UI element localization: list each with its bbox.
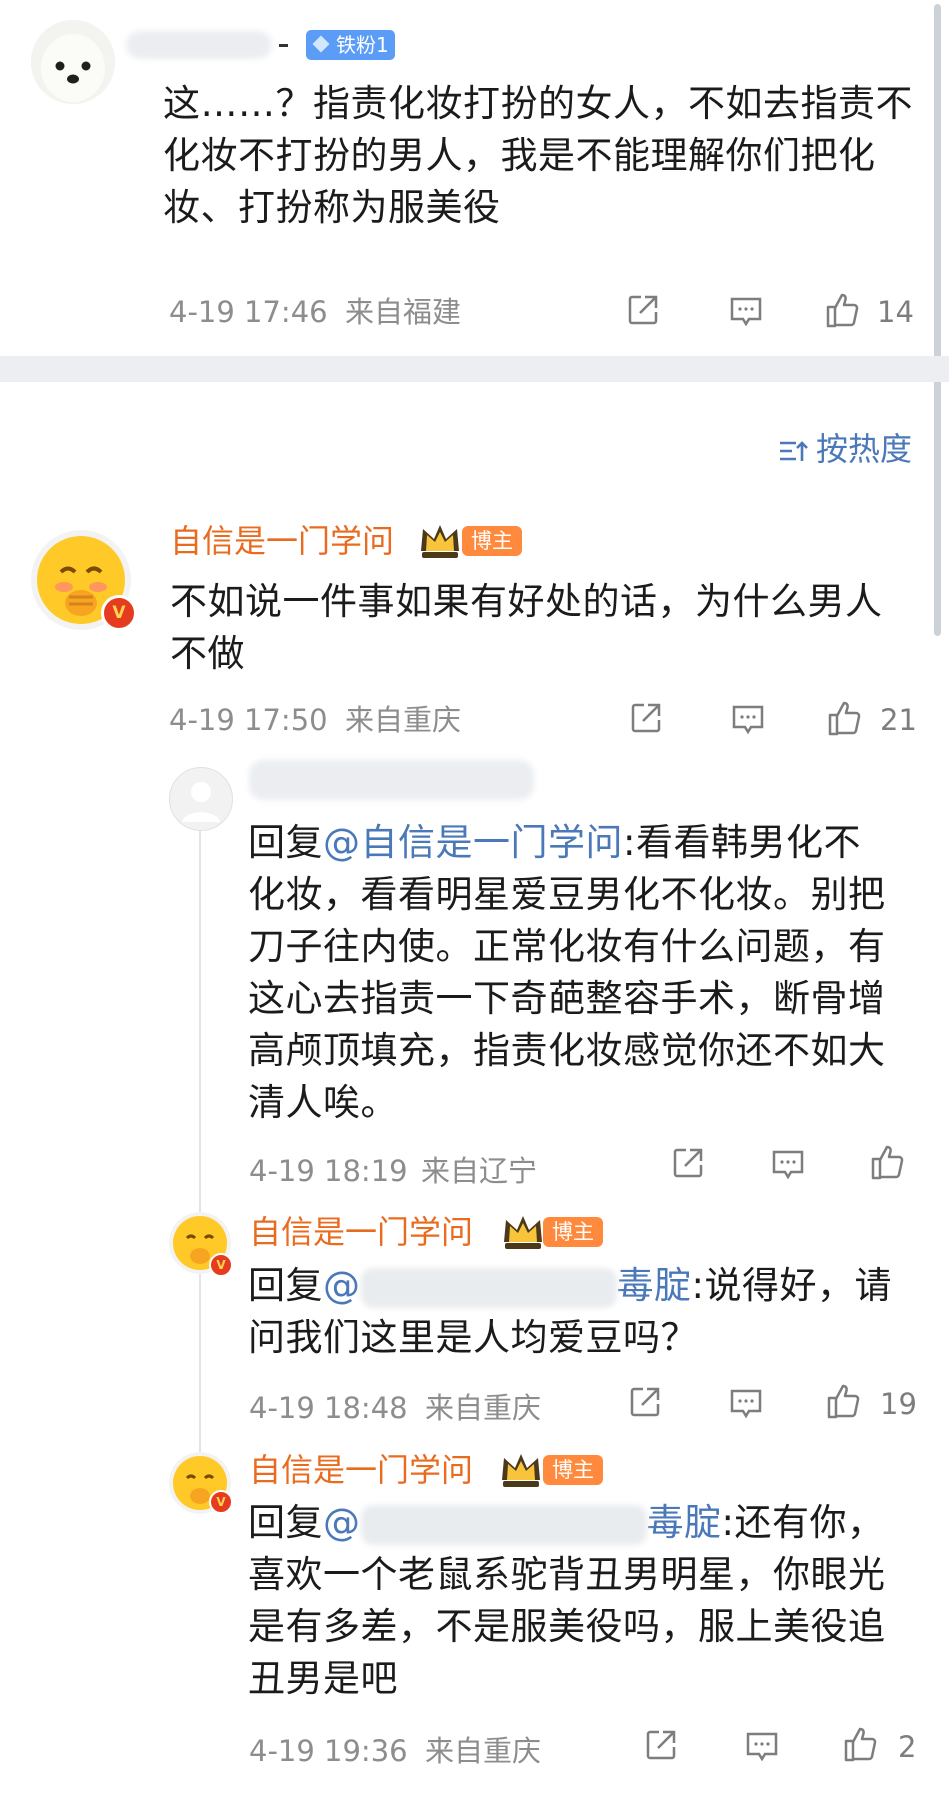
- scrollbar[interactable]: [934, 4, 941, 636]
- comment-icon[interactable]: [744, 1729, 780, 1765]
- redacted-username: [126, 31, 272, 59]
- verified-icon: V: [209, 1253, 233, 1277]
- diamond-icon: [312, 35, 330, 53]
- author-name[interactable]: 自信是一门学问: [249, 1212, 473, 1252]
- thumbs-up-icon[interactable]: [823, 290, 863, 330]
- author-name[interactable]: 自信是一门学问: [249, 1450, 473, 1490]
- reply-prefix: 回复: [248, 821, 323, 864]
- avatar[interactable]: [31, 20, 115, 104]
- redacted-mention: [360, 1504, 647, 1545]
- share-icon[interactable]: [627, 1384, 663, 1420]
- reply-text: 回复@ 毒腚:说得好，请问我们这里是人均爱豆吗？: [248, 1260, 898, 1364]
- share-icon[interactable]: [643, 1727, 679, 1763]
- comment-text: 不如说一件事如果有好处的话，为什么男人不做: [170, 580, 883, 675]
- author-name[interactable]: 自信是一门学问: [170, 521, 394, 561]
- sort-icon: [780, 441, 808, 461]
- reply-location: 来自重庆: [425, 1734, 542, 1768]
- comment-icon[interactable]: [770, 1147, 806, 1183]
- thumbs-up-icon[interactable]: [825, 698, 865, 738]
- thread-line: [199, 822, 201, 1452]
- comment-icon[interactable]: [730, 702, 766, 738]
- like-count: 21: [880, 703, 917, 737]
- share-icon[interactable]: [625, 292, 661, 328]
- fan-badge[interactable]: 铁粉1: [306, 30, 395, 60]
- redacted-username: [249, 760, 534, 800]
- verified-icon: V: [101, 595, 137, 631]
- mention-link[interactable]: @自信是一门学问: [323, 821, 623, 864]
- reply-time: 4-19 18:48: [249, 1391, 408, 1425]
- redacted-mention: [360, 1267, 617, 1308]
- mention-link[interactable]: @ 毒腚: [323, 1501, 722, 1545]
- mention-link[interactable]: @ 毒腚: [323, 1264, 692, 1308]
- like-count: 14: [877, 295, 914, 329]
- blogger-badge: 博主: [543, 1455, 603, 1485]
- verified-icon: V: [209, 1490, 233, 1514]
- mention-tail: 毒腚: [646, 1501, 722, 1544]
- comment-icon[interactable]: [728, 294, 764, 330]
- mention-tail: 毒腚: [616, 1264, 692, 1307]
- name-dash: [279, 44, 288, 47]
- thumbs-up-icon[interactable]: [868, 1142, 908, 1182]
- reply-time: 4-19 19:36: [249, 1734, 408, 1768]
- blogger-badge: 博主: [462, 526, 522, 556]
- thumbs-up-icon[interactable]: [824, 1381, 864, 1421]
- crown-icon: [502, 1454, 540, 1487]
- comment-time: 4-19 17:50: [169, 703, 328, 737]
- blogger-badge: 博主: [543, 1217, 603, 1247]
- share-icon[interactable]: [670, 1145, 706, 1181]
- reply-location: 来自重庆: [425, 1391, 542, 1425]
- avatar[interactable]: [169, 767, 233, 831]
- like-count: 19: [880, 1387, 917, 1421]
- share-icon[interactable]: [628, 700, 664, 736]
- reply-text: 回复@自信是一门学问:看看韩男化不化妆，看看明星爱豆男化不化妆。别把刀子往内使。…: [248, 817, 898, 1129]
- reply-text: 回复@ 毒腚:还有你，喜欢一个老鼠系驼背丑男明星，你眼光是有多差，不是服美役吗，服…: [248, 1497, 898, 1705]
- section-divider: [0, 356, 949, 382]
- comment-icon[interactable]: [728, 1386, 764, 1422]
- like-count: 2: [898, 1730, 917, 1764]
- fan-badge-label: 铁粉1: [336, 33, 389, 57]
- comment-location: 来自重庆: [345, 703, 462, 737]
- mention-at: @: [323, 1264, 361, 1307]
- crown-icon: [421, 525, 459, 558]
- reply-prefix: 回复: [248, 1501, 323, 1544]
- reply-location: 来自辽宁: [421, 1154, 538, 1188]
- comment-location: 来自福建: [345, 295, 462, 329]
- sort-label: 按热度: [816, 430, 913, 468]
- reply-time: 4-19 18:19: [249, 1154, 408, 1188]
- mention-at: @: [323, 1501, 361, 1544]
- reply-body: :看看韩男化不化妆，看看明星爱豆男化不化妆。别把刀子往内使。正常化妆有什么问题，…: [248, 821, 886, 1124]
- comment-text: 这……？指责化妆打扮的女人，不如去指责不化妆不打扮的男人，我是不能理解你们把化妆…: [163, 82, 913, 229]
- comment-time: 4-19 17:46: [169, 295, 328, 329]
- reply-prefix: 回复: [248, 1264, 323, 1307]
- thumbs-up-icon[interactable]: [841, 1724, 881, 1764]
- crown-icon: [504, 1216, 542, 1249]
